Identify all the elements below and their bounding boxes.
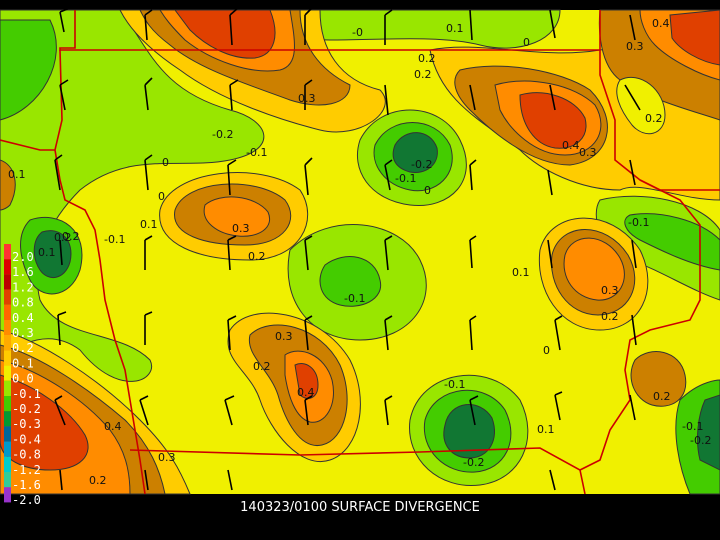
contour-label: 0.4 (652, 17, 670, 30)
legend-swatch (4, 426, 11, 442)
legend-swatch (4, 320, 11, 336)
contour-label: -0.1 (104, 233, 125, 246)
contour-label: 0.4 (562, 139, 580, 152)
contour-label: 0.2 (62, 230, 80, 243)
contour-label: 0.2 (653, 390, 671, 403)
contour-label: 0.3 (601, 284, 619, 297)
contour-label: 0.2 (414, 68, 432, 81)
legend-label: -0.8 (12, 448, 41, 462)
contour-label: 0.4 (297, 386, 315, 399)
legend-label: -1.2 (12, 463, 41, 477)
legend-label: 1.2 (12, 280, 34, 294)
contour-label: 0 (424, 184, 431, 197)
contour-label: 0.3 (158, 451, 176, 464)
contour-label: -0.1 (628, 216, 649, 229)
contour-label: 0.2 (645, 112, 663, 125)
legend-label: -0.4 (12, 432, 41, 446)
legend-label: 0.3 (12, 326, 34, 340)
legend-swatch (4, 289, 11, 305)
legend-swatch (4, 335, 11, 351)
legend-label: 1.6 (12, 265, 34, 279)
legend-label: 0.4 (12, 311, 34, 325)
contour-label: 0.3 (232, 222, 250, 235)
contour-label: 0.3 (298, 92, 316, 105)
contour-label: -0.2 (463, 456, 484, 469)
contour-label: 0.2 (248, 250, 266, 263)
legend-swatch (4, 456, 11, 472)
contour-label: 0 (158, 190, 165, 203)
contour-label: 0 (543, 344, 550, 357)
contour-label: 0.2 (89, 474, 107, 487)
contour-label: -0.1 (682, 420, 703, 433)
legend-swatch (4, 441, 11, 457)
legend-label: 0.1 (12, 356, 34, 370)
contour-label: 0 (523, 36, 530, 49)
legend-label: -1.6 (12, 478, 41, 492)
legend-label: 0.8 (12, 296, 34, 310)
contour-label: 0.2 (253, 360, 271, 373)
contour-label: -0.2 (690, 434, 711, 447)
contour-label: -0.1 (246, 146, 267, 159)
legend-swatch (4, 472, 11, 488)
contour-label: -0.1 (344, 292, 365, 305)
contour-label: 0.1 (446, 22, 464, 35)
legend-swatch (4, 350, 11, 366)
contour-label: -0.2 (411, 158, 432, 171)
legend-swatch (4, 365, 11, 381)
contour-label: 0.1 (8, 168, 26, 181)
divergence-map: -0 0.1 0 0.3 0.4 0.2 0.2 0.3 -0.2 -0.1 0… (0, 7, 720, 507)
legend-label: 0.0 (12, 372, 34, 386)
contour-label: -0.1 (395, 172, 416, 185)
legend-label: -0.3 (12, 417, 41, 431)
legend-label: 0.2 (12, 341, 34, 355)
map-caption: 140323/0100 SURFACE DIVERGENCE (240, 500, 480, 515)
contour-label: 0.1 (537, 423, 555, 436)
legend-label: -0.1 (12, 387, 41, 401)
contour-label: -0 (352, 26, 363, 39)
legend-swatch (4, 396, 11, 412)
legend-swatch (4, 411, 11, 427)
contour-label: -0.1 (444, 378, 465, 391)
contour-label: 0.2 (601, 310, 619, 323)
contour-label: 0 (162, 156, 169, 169)
contour-label: 0.3 (626, 40, 644, 53)
legend-swatch (4, 259, 11, 275)
legend-label: 2.0 (12, 250, 34, 264)
legend-swatch (4, 244, 11, 260)
contour-label: 0.3 (275, 330, 293, 343)
contour-label: -0.2 (212, 128, 233, 141)
contour-label: 0.1 (512, 266, 530, 279)
contour-label: 0.4 (104, 420, 122, 433)
legend-swatch (4, 274, 11, 290)
contour-label: 0.1 (140, 218, 158, 231)
contour-label: 0.1 (38, 246, 56, 259)
contour-label: 0.2 (418, 52, 436, 65)
legend-label: -0.2 (12, 402, 41, 416)
contour-label: 0.3 (579, 146, 597, 159)
legend-swatch (4, 304, 11, 320)
legend-swatch (4, 380, 11, 396)
